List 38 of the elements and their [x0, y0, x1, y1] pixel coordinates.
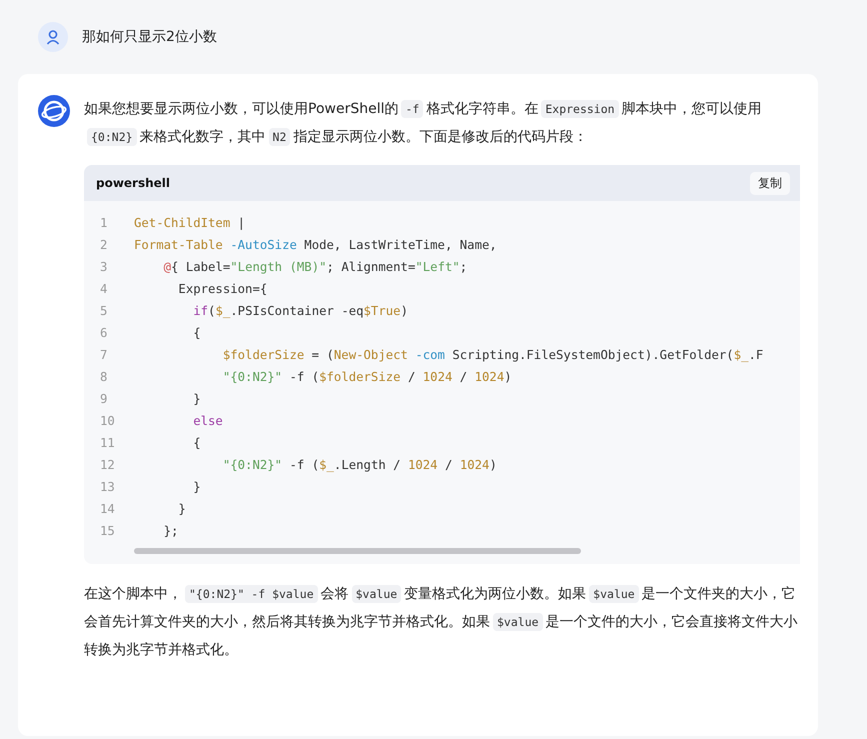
line-number: 11: [99, 436, 116, 450]
line-number: 2: [99, 238, 108, 252]
copy-button[interactable]: 复制: [750, 172, 790, 194]
line-number: 7: [99, 348, 108, 362]
line-number: 10: [99, 414, 116, 428]
answer-paragraph: 在这个脚本中， "{0:N2}" -f $value 会将 $value 变量格式化为两位小数。如果 $value 是一个文件夹的大小，它会首先计算文件夹的大小，然后将其转换为兆字节并格式化。如果 $value 是一个文件的大小，它会直接将文件大小转换为兆字节并格式化。: [84, 584, 799, 660]
line-number: 15: [99, 524, 116, 538]
assistant-logo-icon: [38, 95, 70, 127]
question-text: 那如何只显示2位小数: [82, 28, 217, 46]
line-number: 4: [99, 282, 108, 296]
line-number: 8: [99, 370, 108, 384]
line-number: 12: [99, 458, 116, 472]
line-number: 6: [99, 326, 108, 340]
code-line: Format-Table -AutoSize Mode, LastWriteTime, Name,: [134, 238, 497, 252]
line-number: 5: [99, 304, 108, 318]
answer-paragraph: 如果您想要显示两位小数，可以使用PowerShell的 -f 格式化字符串。在 Expression 脚本块中，您可以使用 {0:N2} 来格式化数字，其中 N2 指定显示两位小数。下面是修改后的代码片段：: [84, 99, 763, 148]
code-line: else: [192, 414, 223, 428]
code-line: if($_.PSIsContainer -eq$True): [192, 304, 408, 318]
line-number: 9: [99, 392, 108, 406]
user-avatar: [38, 22, 68, 52]
code-line: {: [192, 436, 201, 450]
code-line: }: [192, 392, 201, 406]
code-line: "{0:N2}" -f ($_.Length / 1024 / 1024): [222, 458, 497, 472]
code-line: "{0:N2}" -f ($folderSize / 1024 / 1024): [222, 370, 512, 384]
code-line: $folderSize = (New-Object -com Scripting.FileSystemObject).GetFolder($_.F: [222, 348, 764, 362]
line-number: 3: [99, 260, 108, 274]
line-number: 13: [99, 480, 116, 494]
code-line: Get-ChildItem |: [134, 216, 246, 230]
code-language: powershell: [96, 176, 170, 190]
code-line: };: [162, 524, 178, 538]
code-line: }: [192, 480, 201, 494]
line-number: 1: [99, 216, 108, 230]
line-number: 14: [99, 502, 116, 516]
code-line: }: [177, 502, 186, 516]
code-line: Expression={: [177, 282, 268, 296]
code-line: @{ Label="Length (MB)"; Alignment="Left";: [162, 260, 468, 274]
code-line: {: [192, 326, 201, 340]
scrollbar-thumb[interactable]: [134, 548, 582, 554]
